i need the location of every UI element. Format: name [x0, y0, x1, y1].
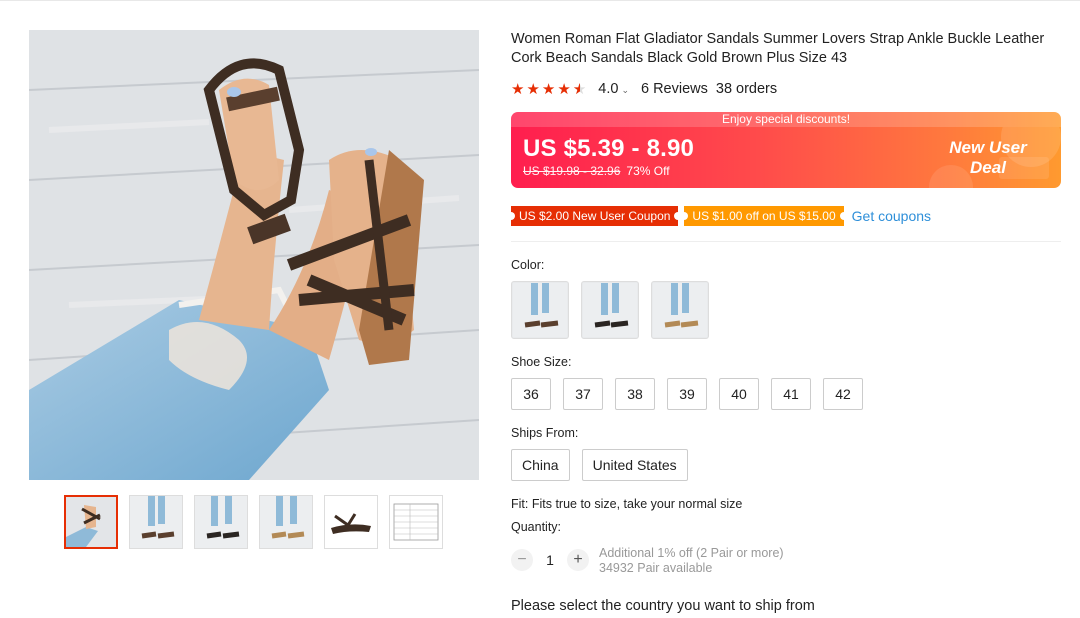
- size-option[interactable]: 37: [563, 378, 603, 410]
- new-user-deal-badge[interactable]: New User Deal: [933, 138, 1043, 178]
- section-divider: [511, 241, 1061, 242]
- stock-available: 34932 Pair available: [599, 561, 713, 575]
- product-title: Women Roman Flat Gladiator Sandals Summe…: [511, 31, 1045, 66]
- original-price: US $19.98 - 32.96: [523, 164, 621, 178]
- original-price-row: US $19.98 - 32.96 73% Off: [523, 164, 670, 178]
- thumbnail-6-size-chart[interactable]: [389, 495, 443, 549]
- shoe-size-label: Shoe Size:: [511, 355, 572, 369]
- size-option[interactable]: 39: [667, 378, 707, 410]
- coupon-label: US $2.00 New User Coupon: [519, 209, 671, 223]
- quantity-value[interactable]: 1: [533, 552, 567, 568]
- color-option-black[interactable]: [581, 281, 639, 339]
- coupon-row: US $2.00 New User Coupon US $1.00 off on…: [511, 205, 931, 227]
- current-price: US $5.39 - 8.90: [523, 135, 695, 162]
- star-icon: ★: [557, 81, 571, 98]
- top-divider: [0, 0, 1080, 1]
- quantity-label: Quantity:: [511, 520, 562, 534]
- coupon-store[interactable]: US $1.00 off on US $15.00: [684, 206, 844, 226]
- size-option[interactable]: 36: [511, 378, 551, 410]
- chevron-down-icon[interactable]: ⌄: [621, 85, 629, 96]
- star-icon: ★: [541, 81, 556, 98]
- rating-score[interactable]: 4.0: [598, 81, 618, 97]
- bulk-discount-note: Additional 1% off (2 Pair or more): [599, 546, 784, 560]
- size-option[interactable]: 42: [823, 378, 863, 410]
- color-option-gold[interactable]: [651, 281, 709, 339]
- coupon-new-user[interactable]: US $2.00 New User Coupon: [511, 206, 679, 226]
- thumbnail-3[interactable]: [194, 495, 248, 549]
- quantity-decrease-button[interactable]: −: [511, 549, 533, 571]
- discount-banner-text: Enjoy special discounts!: [511, 112, 1061, 127]
- star-icon: ★: [511, 81, 525, 98]
- color-options: [511, 281, 709, 339]
- get-coupons-link[interactable]: Get coupons: [852, 208, 931, 224]
- color-label: Color:: [511, 258, 545, 272]
- size-option[interactable]: 38: [615, 378, 655, 410]
- coupon-label: US $1.00 off on US $15.00: [692, 209, 836, 223]
- price-banner: Enjoy special discounts! US $5.39 - 8.90…: [511, 112, 1061, 188]
- color-option-brown[interactable]: [511, 281, 569, 339]
- ships-from-label: Ships From:: [511, 426, 579, 440]
- ship-option-united-states[interactable]: United States: [581, 449, 688, 481]
- thumbnail-2[interactable]: [129, 495, 183, 549]
- star-rating[interactable]: ★ ★ ★ ★ ★ ★: [511, 80, 586, 98]
- quantity-stepper: − 1 +: [511, 549, 589, 571]
- quantity-note: Additional 1% off (2 Pair or more) 34932…: [599, 546, 784, 576]
- size-option[interactable]: 40: [719, 378, 759, 410]
- orders-count: 38 orders: [715, 81, 778, 97]
- star-icon: ★: [526, 81, 540, 98]
- thumbnail-4[interactable]: [259, 495, 313, 549]
- reviews-link[interactable]: 6 Reviews: [641, 81, 708, 97]
- size-option[interactable]: 41: [771, 378, 811, 410]
- half-star-icon: ★ ★: [572, 81, 587, 98]
- discount-percent: 73% Off: [626, 164, 670, 178]
- fit-info: Fit: Fits true to size, take your normal…: [511, 497, 743, 511]
- rating-row: ★ ★ ★ ★ ★ ★ 4.0 ⌄ 6 Reviews 38 orders: [511, 80, 777, 98]
- thumbnail-1[interactable]: [64, 495, 118, 549]
- ships-from-options: China United States: [511, 449, 688, 481]
- size-options: 36 37 38 39 40 41 42: [511, 378, 863, 410]
- ship-option-china[interactable]: China: [511, 449, 570, 481]
- shipping-message: Please select the country you want to sh…: [511, 598, 815, 614]
- quantity-increase-button[interactable]: +: [567, 549, 589, 571]
- main-product-image[interactable]: [29, 30, 479, 480]
- thumbnail-5[interactable]: [324, 495, 378, 549]
